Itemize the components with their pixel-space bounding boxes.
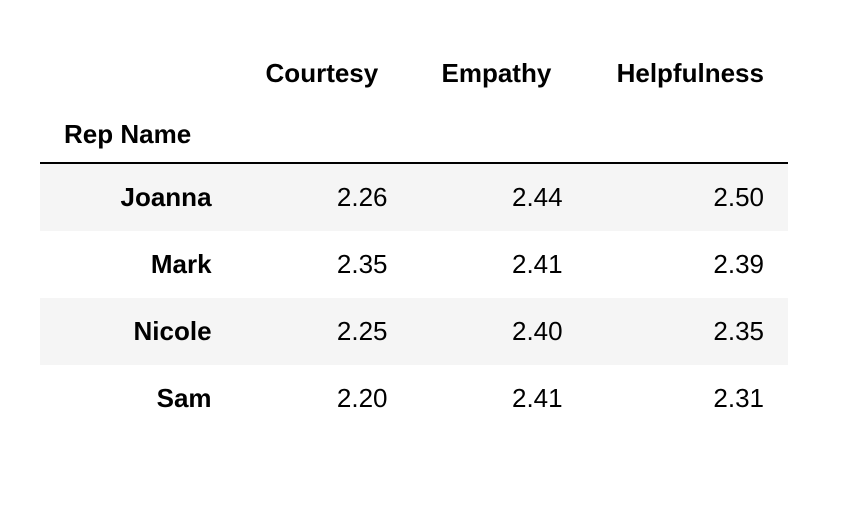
blank-cell: [236, 107, 412, 163]
column-header: Helpfulness: [587, 40, 788, 107]
data-table: Courtesy Empathy Helpfulness Rep Name Jo…: [40, 40, 788, 432]
blank-cell: [412, 107, 587, 163]
pivot-table: Courtesy Empathy Helpfulness Rep Name Jo…: [0, 0, 848, 472]
data-cell: 2.25: [236, 298, 412, 365]
table-row: Joanna 2.26 2.44 2.50: [40, 163, 788, 231]
column-header-row: Courtesy Empathy Helpfulness: [40, 40, 788, 107]
data-cell: 2.41: [412, 365, 587, 432]
data-cell: 2.20: [236, 365, 412, 432]
table-row: Nicole 2.25 2.40 2.35: [40, 298, 788, 365]
row-name: Mark: [40, 231, 236, 298]
row-header-label: Rep Name: [40, 107, 236, 163]
column-header: Empathy: [412, 40, 587, 107]
data-cell: 2.26: [236, 163, 412, 231]
data-cell: 2.50: [587, 163, 788, 231]
blank-corner: [40, 40, 236, 107]
data-cell: 2.31: [587, 365, 788, 432]
data-cell: 2.44: [412, 163, 587, 231]
data-cell: 2.35: [587, 298, 788, 365]
blank-cell: [587, 107, 788, 163]
data-cell: 2.35: [236, 231, 412, 298]
data-cell: 2.39: [587, 231, 788, 298]
data-cell: 2.41: [412, 231, 587, 298]
table-row: Sam 2.20 2.41 2.31: [40, 365, 788, 432]
row-name: Sam: [40, 365, 236, 432]
table-row: Mark 2.35 2.41 2.39: [40, 231, 788, 298]
row-name: Nicole: [40, 298, 236, 365]
column-header: Courtesy: [236, 40, 412, 107]
row-header-label-row: Rep Name: [40, 107, 788, 163]
data-cell: 2.40: [412, 298, 587, 365]
row-name: Joanna: [40, 163, 236, 231]
